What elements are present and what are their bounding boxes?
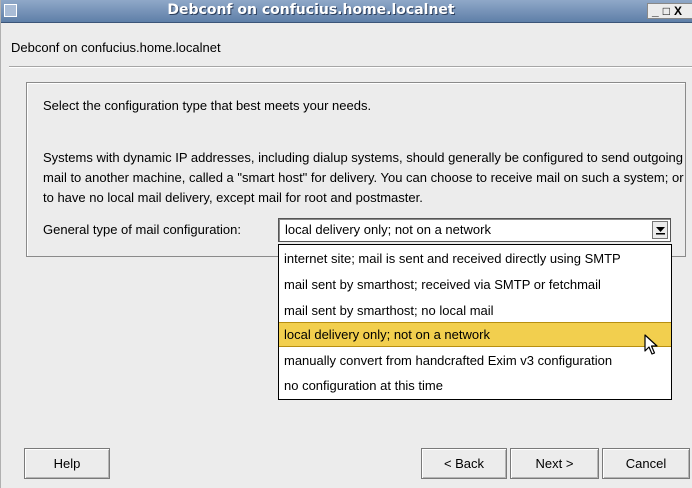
question-description: Systems with dynamic IP addresses, inclu… (43, 150, 684, 205)
debconf-window: Debconf on confucius.home.localnet _ □ X… (0, 0, 692, 488)
header-separator (9, 66, 692, 68)
window-title: Debconf on confucius.home.localnet (167, 2, 455, 18)
close-button[interactable]: X (674, 4, 682, 18)
dialog-subtitle: Debconf on confucius.home.localnet (11, 40, 221, 55)
chevron-down-icon (656, 227, 665, 235)
mail-config-options-list[interactable]: internet site; mail is sent and received… (278, 244, 672, 400)
title-bar[interactable]: Debconf on confucius.home.localnet _ □ X (1, 0, 692, 23)
minimize-button[interactable]: _ (652, 4, 659, 18)
mouse-pointer-icon (644, 334, 658, 355)
help-button[interactable]: Help (24, 448, 110, 479)
mail-config-combobox[interactable]: local delivery only; not on a network (278, 218, 671, 242)
combobox-value: local delivery only; not on a network (285, 222, 491, 237)
option-smarthost-no-local[interactable]: mail sent by smarthost; no local mail (279, 298, 671, 323)
combobox-dropdown-button[interactable] (652, 221, 668, 239)
option-local-delivery[interactable]: local delivery only; not on a network (279, 322, 671, 347)
option-no-configuration[interactable]: no configuration at this time (279, 373, 671, 398)
next-button[interactable]: Next > (510, 448, 599, 479)
mail-config-label: General type of mail configuration: (43, 222, 241, 237)
option-convert-exim3[interactable]: manually convert from handcrafted Exim v… (279, 348, 671, 373)
back-button[interactable]: < Back (421, 448, 507, 479)
cancel-button[interactable]: Cancel (602, 448, 690, 479)
question-intro: Select the configuration type that best … (43, 98, 372, 113)
maximize-button[interactable]: □ (663, 4, 670, 18)
option-internet-site[interactable]: internet site; mail is sent and received… (279, 246, 671, 271)
option-smarthost-smtp[interactable]: mail sent by smarthost; received via SMT… (279, 272, 671, 297)
window-controls: _ □ X (647, 3, 692, 19)
